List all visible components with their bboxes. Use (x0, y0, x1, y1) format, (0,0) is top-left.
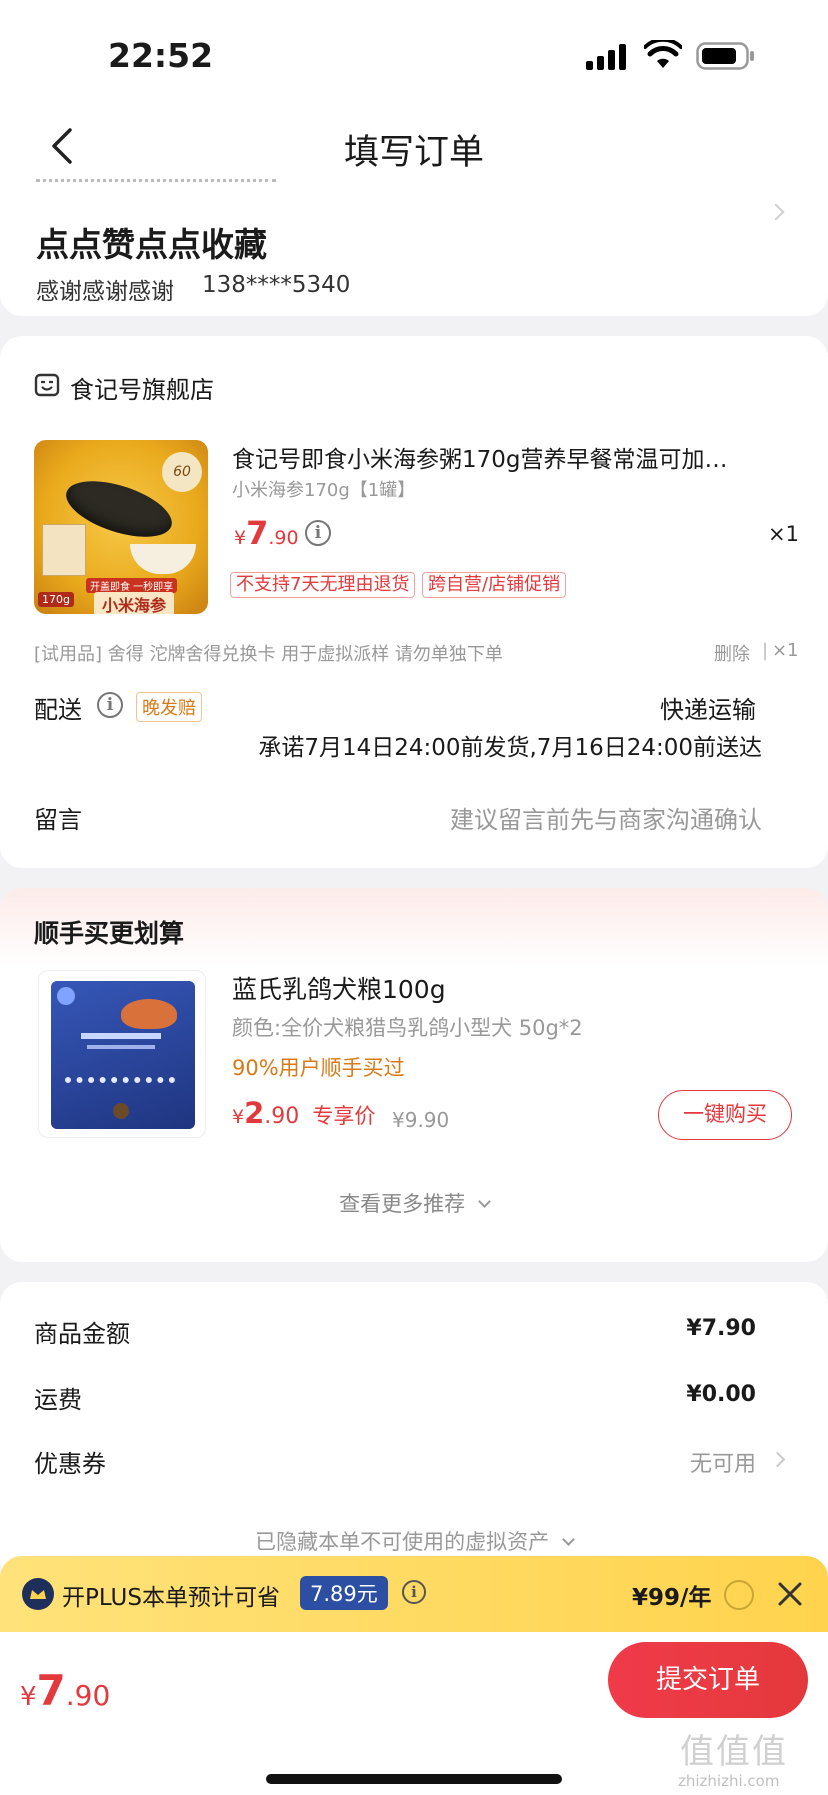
address-name: 点点赞点点收藏 (36, 225, 267, 264)
message-input[interactable]: 建议留言前先与商家沟通确认 (450, 800, 762, 835)
recommend-item-name[interactable]: 蓝氏乳鸽犬粮100g (232, 970, 446, 1006)
product-qty: ×1 (768, 522, 799, 546)
tag-no-return: 不支持7天无理由退货 (230, 572, 416, 598)
trial-qty: ×1 (772, 640, 799, 661)
bag-center-text2 (87, 1045, 155, 1049)
address-phone: 138****5340 (202, 272, 351, 298)
chevron-right-icon (769, 1451, 786, 1468)
address-clipped-line (36, 176, 276, 182)
coupon-value[interactable]: 无可用 (690, 1446, 756, 1478)
watermark-logo: 值值值 (680, 1732, 788, 1772)
address-card[interactable]: 点点赞点点收藏 感谢感谢感谢 138****5340 (0, 170, 828, 316)
delivery-promise: 承诺7月14日24:00前发货,7月16日24:00前送达 (258, 735, 762, 761)
price-dec: .90 (268, 527, 299, 549)
product-price: ¥7.90 (234, 514, 299, 552)
plus-save-amount: 7.89元 (300, 1576, 388, 1610)
product-title[interactable]: 食记号即食小米海参粥170g营养早餐常温可加… (232, 440, 728, 474)
price-info-icon[interactable]: i (305, 520, 331, 546)
chevron-down-icon (561, 1533, 575, 1546)
price-symbol: ¥ (234, 527, 247, 549)
product-image-bowl (130, 544, 196, 574)
recommend-item-spec: 颜色:全价犬粮猎鸟乳鸽小型犬 50g*2 (232, 1016, 583, 1040)
summary-card: 商品金额 ¥7.90 运费 ¥0.00 优惠券 无可用 已隐藏本单不可使用的虚拟… (0, 1282, 828, 1582)
hidden-assets-label: 已隐藏本单不可使用的虚拟资产 (255, 1530, 550, 1554)
bag-center-text (81, 1033, 161, 1039)
message-label: 留言 (34, 806, 82, 834)
shipping-label: 运费 (34, 1386, 82, 1414)
late-compensation-badge: 晚发赔 (136, 692, 202, 722)
recommend-item-price: ¥2.90 专享价 (232, 1096, 375, 1130)
see-more-label: 查看更多推荐 (339, 1192, 466, 1216)
see-more-recommend[interactable]: 查看更多推荐 (0, 1188, 828, 1218)
battery-icon (696, 42, 756, 70)
footer-bar: ¥7.90 提交订单 值值值 zhizhizhi.com (0, 1632, 828, 1795)
shop-icon (34, 372, 60, 398)
recommend-item-social: 90%用户顺手买过 (232, 1056, 405, 1080)
chevron-down-icon (477, 1195, 491, 1208)
bag-kibble (113, 1103, 129, 1119)
product-image[interactable]: 60 开盖即食 一秒即享 170g 小米海参 (34, 440, 208, 614)
product-spec: 小米海参170g【1罐】 (232, 480, 416, 501)
plus-info-icon[interactable]: i (402, 1580, 426, 1604)
submit-order-button[interactable]: 提交订单 (608, 1642, 808, 1718)
price-dec: .90 (65, 1679, 111, 1712)
close-icon[interactable] (776, 1580, 804, 1608)
price-symbol: ¥ (232, 1106, 245, 1128)
address-recipient: 感谢感谢感谢 (36, 279, 174, 305)
delivery-method[interactable]: 快递运输 (660, 690, 756, 725)
total-price: ¥7.90 (20, 1666, 110, 1715)
plus-bar[interactable]: 开PLUS本单预计可省 7.89元 i ¥99/年 (0, 1556, 828, 1632)
coupon-label: 优惠券 (34, 1450, 106, 1478)
tag-promotion: 跨自营/店铺促销 (422, 572, 567, 598)
price-int: 2 (244, 1096, 265, 1130)
trial-divider: | (762, 640, 769, 661)
status-bar: 22:52 (0, 0, 828, 100)
shop-name[interactable]: 食记号旗舰店 (70, 370, 214, 405)
goods-amount-label: 商品金额 (34, 1320, 130, 1348)
price-label: 专享价 (312, 1104, 376, 1128)
plus-select-radio[interactable] (724, 1580, 754, 1610)
home-indicator (266, 1774, 562, 1784)
product-image-box (42, 524, 86, 576)
status-time: 22:52 (108, 36, 214, 75)
trial-item-text: [试用品] 舍得 沱牌舍得兑换卡 用于虚拟派样 请勿单独下单 (34, 644, 503, 665)
shop-card: 食记号旗舰店 60 开盖即食 一秒即享 170g 小米海参 食记号即食小米海参粥… (0, 336, 828, 868)
plus-crown-icon (22, 1578, 54, 1610)
product-image-weight: 170g (38, 592, 74, 607)
product-image-slogan: 开盖即食 一秒即享 (86, 578, 178, 593)
signal-icon (586, 44, 630, 70)
delivery-label: 配送 (34, 696, 82, 724)
goods-amount-value: ¥7.90 (686, 1316, 756, 1341)
price-symbol: ¥ (20, 1682, 37, 1712)
bag-label-dot (57, 987, 75, 1005)
trial-delete-button[interactable]: 删除 (714, 640, 750, 666)
chevron-right-icon (767, 203, 785, 221)
product-image-name: 小米海参 (94, 592, 175, 614)
product-image-badge: 60 (162, 452, 202, 492)
bag-icons-row (65, 1077, 175, 1085)
price-int: 7 (36, 1666, 66, 1715)
recommend-title: 顺手买更划算 (34, 919, 185, 948)
shipping-value: ¥0.00 (686, 1382, 756, 1407)
wifi-icon (643, 37, 683, 70)
plus-price: ¥99/年 (632, 1585, 712, 1611)
recommend-item-image[interactable] (38, 970, 206, 1138)
one-click-buy-button[interactable]: 一键购买 (658, 1090, 792, 1140)
hidden-assets-toggle[interactable]: 已隐藏本单不可使用的虚拟资产 (0, 1526, 828, 1556)
plus-text: 开PLUS本单预计可省 (62, 1585, 280, 1611)
dog-food-bag (51, 981, 195, 1129)
delivery-info-icon[interactable]: i (97, 692, 123, 718)
price-int: 7 (246, 514, 269, 552)
recommend-card: 顺手买更划算 蓝氏乳鸽犬粮100g 颜色:全价犬粮猎鸟乳鸽小型犬 50g*2 9… (0, 888, 828, 1262)
price-dec: .90 (264, 1104, 300, 1129)
watermark-domain: zhizhizhi.com (678, 1772, 780, 1790)
original-price: ¥9.90 (392, 1108, 450, 1132)
bag-bird-mark (121, 999, 177, 1029)
page-title: 填写订单 (343, 133, 484, 173)
